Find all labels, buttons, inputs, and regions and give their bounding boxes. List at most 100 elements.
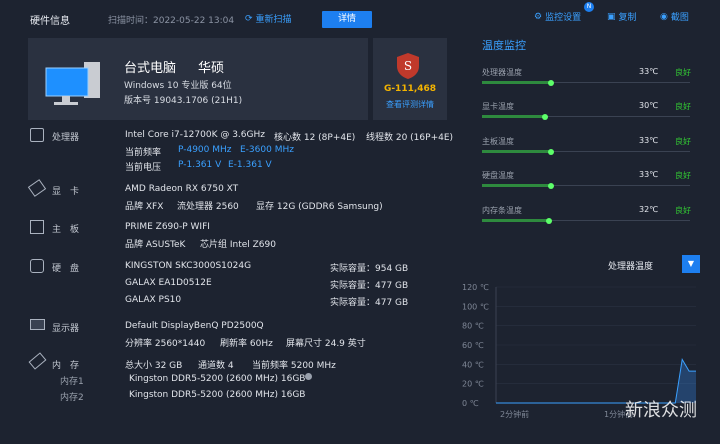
rescan-label: 重新扫描 <box>255 15 292 25</box>
y-tick-label: 120 ℃ <box>462 283 489 292</box>
temp-bar <box>482 184 550 187</box>
motherboard-icon <box>30 220 44 234</box>
display-size: 屏幕尺寸 24.9 英寸 <box>286 339 366 349</box>
temp-status: 良好 <box>675 102 691 111</box>
y-tick-label: 0 ℃ <box>462 399 479 408</box>
board-label: 主 板 <box>52 225 80 235</box>
score-detail-link[interactable]: 查看评测详情 <box>373 99 447 110</box>
temp-name: 硬盘温度 <box>482 171 514 180</box>
temp-name: 处理器温度 <box>482 68 522 77</box>
temp-bar-track <box>550 151 690 152</box>
gpu-model: AMD Radeon RX 6750 XT <box>125 184 239 194</box>
temp-status: 良好 <box>675 171 691 180</box>
cpu-label: 处理器 <box>52 133 80 143</box>
info-icon[interactable] <box>305 373 312 380</box>
cpu-volt-label: 当前电压 <box>125 163 162 173</box>
y-tick-label: 40 ℃ <box>462 360 484 369</box>
temperature-monitor-title: 温度监控 <box>482 39 526 52</box>
temp-value: 30℃ <box>639 101 659 110</box>
watermark: 新浪众测 <box>625 400 697 421</box>
memory-icon <box>28 352 47 370</box>
detail-button[interactable]: 详情 <box>322 11 372 28</box>
temp-row-gpu: 显卡温度 30℃ 良好 <box>482 101 692 135</box>
memory-freq: 当前频率 5200 MHz <box>252 361 336 371</box>
copy-label: 复制 <box>618 13 637 23</box>
monitor-settings-label: 监控设置 <box>545 13 582 23</box>
disk-capacity: 实际容量：954 GB <box>330 264 409 274</box>
shield-icon: S <box>397 53 419 79</box>
cpu-freq-p: P-4900 MHz <box>178 145 232 155</box>
camera-icon: ◉ <box>660 11 668 22</box>
disk-name: GALAX EA1D0512E <box>125 278 212 288</box>
temp-value: 33℃ <box>639 170 659 179</box>
x-tick-label: 2分钟前 <box>500 409 529 419</box>
gpu-brand: 品牌 XFX <box>125 202 164 212</box>
temp-value: 33℃ <box>639 67 659 76</box>
screenshot-button[interactable]: ◉ 截图 <box>660 10 689 24</box>
disk-capacity: 实际容量：477 GB <box>330 281 409 291</box>
temp-bar-track <box>544 116 690 117</box>
select-value: 处理器温度 <box>608 262 654 272</box>
board-chipset: 芯片组 Intel Z690 <box>200 240 276 250</box>
temp-bar-dot <box>546 217 552 224</box>
gpu-icon <box>27 179 47 197</box>
temp-status: 良好 <box>675 137 691 146</box>
copy-button[interactable]: ▣ 复制 <box>607 10 637 24</box>
gear-icon: ⚙ <box>534 11 543 22</box>
refresh-icon: ⟳ <box>245 13 253 24</box>
cpu-freq-label: 当前频率 <box>125 148 162 158</box>
temp-value: 33℃ <box>639 136 659 145</box>
temp-value: 32℃ <box>639 205 659 214</box>
memory-slot2: Kingston DDR5-5200 (2600 MHz) 16GB <box>129 390 306 400</box>
chevron-down-icon[interactable]: ▼ <box>682 255 700 273</box>
cpu-model: Intel Core i7-12700K @ 3.6GHz <box>125 130 265 140</box>
disk-capacity: 实际容量：477 GB <box>330 298 409 308</box>
disk-label: 硬 盘 <box>52 264 80 274</box>
rescan-button[interactable]: ⟳ 重新扫描 <box>245 12 292 26</box>
temp-bar-track <box>550 82 690 83</box>
pc-type: 台式电脑 <box>124 61 177 76</box>
temp-row-memory: 内存条温度 32℃ 良好 <box>482 205 692 239</box>
monitor-settings-button[interactable]: ⚙ 监控设置 <box>534 10 582 24</box>
temp-name: 内存条温度 <box>482 206 522 215</box>
temp-bar <box>482 115 544 118</box>
temp-bar-track <box>548 220 690 221</box>
temp-status: 良好 <box>675 206 691 215</box>
temp-bar-dot <box>548 182 554 189</box>
memory-slot1: Kingston DDR5-5200 (2600 MHz) 16GB <box>129 374 306 384</box>
temp-row-disk: 硬盘温度 33℃ 良好 <box>482 170 692 204</box>
temp-bar-dot <box>548 79 554 86</box>
temp-bar <box>482 81 550 84</box>
display-icon <box>30 319 45 330</box>
temp-bar <box>482 150 550 153</box>
cpu-volt-p: P-1.361 V <box>178 160 222 170</box>
temp-bar-track <box>550 185 690 186</box>
page-title: 硬件信息 <box>30 16 70 27</box>
score-letter: S <box>404 59 412 73</box>
display-refresh: 刷新率 60Hz <box>220 339 273 349</box>
display-model: Default DisplayBenQ PD2500Q <box>125 321 264 331</box>
screenshot-label: 截图 <box>670 13 689 23</box>
temp-status: 良好 <box>675 68 691 77</box>
cpu-volt-e: E-1.361 V <box>228 160 272 170</box>
scan-time: 扫描时间：2022-05-22 13:04 <box>108 16 235 26</box>
board-model: PRIME Z690-P WIFI <box>125 222 210 232</box>
memory-label: 内 存 <box>52 361 80 371</box>
display-resolution: 分辨率 2560*1440 <box>125 339 206 349</box>
os-version: 版本号 19043.1706 (21H1) <box>124 96 243 106</box>
temp-row-cpu: 处理器温度 33℃ 良好 <box>482 67 692 101</box>
y-tick-label: 20 ℃ <box>462 380 484 389</box>
y-tick-label: 100 ℃ <box>462 302 489 311</box>
memory-total: 总大小 32 GB <box>125 361 183 371</box>
memory-slot2-label: 内存2 <box>60 393 84 403</box>
temp-bar-dot <box>542 113 548 120</box>
temp-row-board: 主板温度 33℃ 良好 <box>482 136 692 170</box>
new-badge: N <box>584 2 594 12</box>
hard-disk-icon <box>30 259 44 273</box>
temp-name: 显卡温度 <box>482 102 514 111</box>
memory-channels: 通道数 4 <box>198 361 234 371</box>
pc-brand: 华硕 <box>198 61 225 76</box>
disk-name: GALAX PS10 <box>125 295 182 305</box>
os-info: Windows 10 专业版 64位 <box>124 81 232 91</box>
temp-name: 主板温度 <box>482 137 514 146</box>
